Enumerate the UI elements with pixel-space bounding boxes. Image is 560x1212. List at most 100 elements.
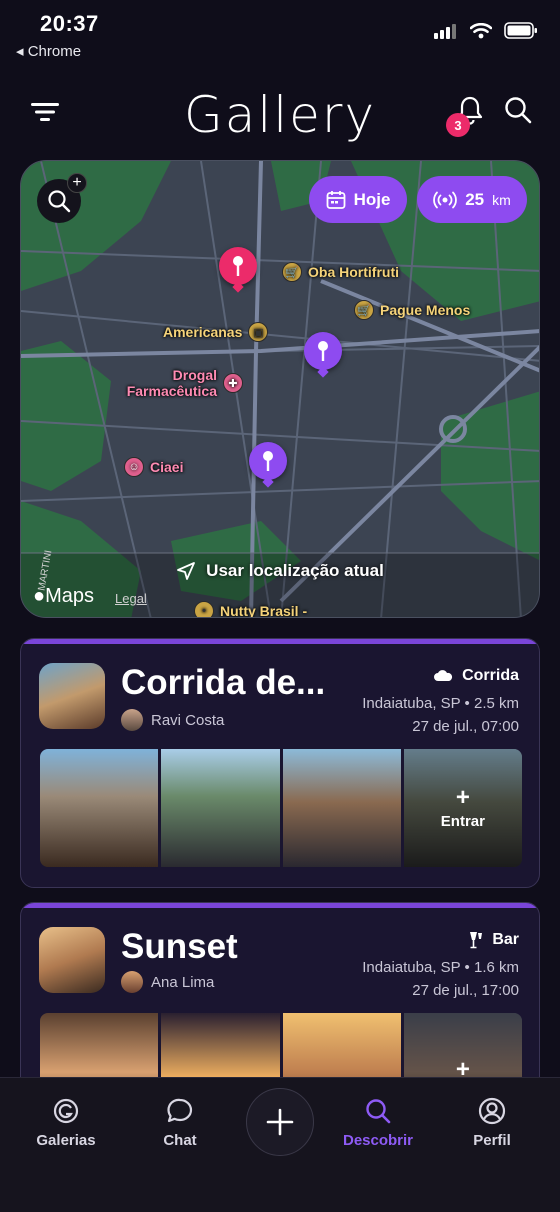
map-view[interactable]: + Hoje 25 km 🛒 Oba Hortifruti 🛒 Pague Meno…: [20, 160, 540, 618]
card-accent-line: [21, 639, 539, 644]
notification-badge: 3: [446, 113, 470, 137]
poi-label: Americanas: [163, 324, 243, 340]
calendar-icon: [326, 190, 345, 209]
plus-icon: +: [455, 783, 470, 811]
use-current-location-label: Usar localização atual: [206, 561, 384, 580]
event-city: Indaiatuba, SP: [362, 695, 461, 712]
event-card[interactable]: Sunset Ana Lima Bar Indaiatuba, SP • 1.6…: [20, 902, 540, 1102]
event-photo[interactable]: + Entrar: [403, 749, 522, 867]
tab-chat[interactable]: Chat: [130, 1096, 230, 1149]
search-icon: [505, 97, 532, 124]
map-pin-icon: [318, 341, 328, 361]
event-pin[interactable]: [249, 442, 287, 480]
event-photo[interactable]: [282, 749, 401, 867]
event-pin[interactable]: [219, 247, 257, 285]
cart-icon: 🛒: [282, 262, 302, 282]
card-accent-line: [21, 903, 539, 908]
event-location: Indaiatuba, SP • 1.6 km: [362, 959, 519, 976]
chat-bubble-icon: [167, 1098, 193, 1123]
signal-icon: [434, 23, 456, 39]
event-title: Corrida de...: [121, 663, 326, 702]
sun-cloud-icon: [434, 670, 453, 681]
map-pin-icon: [263, 451, 273, 471]
event-datetime: 27 de jul., 07:00: [412, 718, 519, 735]
enter-button[interactable]: + Entrar: [403, 749, 522, 867]
event-photo[interactable]: [161, 749, 280, 867]
photo-strip: + Entrar: [40, 749, 522, 867]
enter-label: Entrar: [440, 812, 485, 830]
store-icon: •: [194, 601, 214, 617]
event-photo[interactable]: [40, 749, 159, 867]
battery-icon: [504, 22, 537, 39]
cocktail-icon: [470, 932, 483, 949]
tab-descobrir[interactable]: Descobrir: [328, 1096, 428, 1149]
clock: 20:37: [40, 11, 99, 36]
use-current-location-button[interactable]: Usar localização atual: [21, 553, 539, 589]
poi-marker[interactable]: 🛒 Oba Hortifruti: [282, 262, 399, 282]
gallery-g-icon: [53, 1098, 79, 1124]
host-avatar: [121, 709, 143, 731]
poi-marker[interactable]: ✚ Drogal Farmacêutica: [125, 367, 243, 399]
event-distance: 1.6 km: [473, 959, 519, 976]
event-category-label: Bar: [492, 931, 519, 948]
poi-marker[interactable]: 🛒 Pague Menos: [354, 300, 470, 320]
host-avatar: [121, 971, 143, 993]
event-thumbnail: [39, 927, 105, 993]
apple-maps-logo: ●Maps: [33, 585, 94, 608]
map-pin-icon: [233, 256, 243, 276]
host-name: Ana Lima: [151, 974, 215, 991]
date-filter-label: Hoje: [353, 189, 391, 209]
create-button[interactable]: [246, 1088, 314, 1156]
search-icon: [366, 1099, 391, 1124]
poi-label: Oba Hortifruti: [308, 264, 399, 280]
tab-galerias[interactable]: Galerias: [16, 1096, 116, 1149]
radius-value: 25: [465, 189, 485, 209]
plus-icon: +: [67, 173, 87, 193]
poi-marker[interactable]: ▣ Americanas: [163, 322, 269, 342]
bottom-tab-bar: Galerias Chat Descobrir Perfil: [0, 1077, 560, 1212]
theater-icon: ☺: [124, 457, 144, 477]
plus-icon: [266, 1108, 294, 1136]
search-icon: [48, 190, 71, 213]
event-category: Corrida: [434, 667, 519, 685]
event-category-label: Corrida: [462, 667, 519, 684]
event-datetime: 27 de jul., 17:00: [412, 982, 519, 999]
broadcast-icon: [433, 191, 458, 208]
poi-label: Nutty Brasil -: [220, 603, 308, 618]
status-bar: 20:37 ◂ Chrome: [0, 0, 560, 70]
tab-perfil[interactable]: Perfil: [442, 1096, 542, 1149]
host-name: Ravi Costa: [151, 712, 225, 729]
poi-marker[interactable]: • Nutty Brasil -: [194, 601, 308, 618]
tab-label: Chat: [163, 1132, 197, 1149]
legal-link[interactable]: Legal: [115, 591, 147, 606]
wifi-icon: [470, 22, 492, 38]
tab-label: Galerias: [36, 1132, 96, 1149]
event-city: Indaiatuba, SP: [362, 959, 461, 976]
bag-icon: ▣: [248, 322, 269, 342]
pill-icon: ✚: [223, 373, 243, 393]
event-card[interactable]: Corrida de... Ravi Costa Corrida Indaiat…: [20, 638, 540, 888]
map-base: [21, 161, 539, 617]
app-header: Gallery: [0, 78, 560, 146]
event-thumbnail: [39, 663, 105, 729]
poi-label: Pague Menos: [380, 302, 471, 318]
profile-icon: [478, 1097, 506, 1125]
apple-logo-icon: ●: [33, 585, 46, 607]
event-category: Bar: [468, 931, 519, 949]
event-pin[interactable]: [304, 332, 342, 370]
radius-unit: km: [492, 191, 511, 208]
search-button[interactable]: [494, 86, 542, 134]
location-arrow-icon: [177, 562, 196, 580]
poi-label: Ciaei: [150, 459, 184, 475]
map-search-button[interactable]: +: [37, 173, 87, 223]
date-filter-chip[interactable]: Hoje: [309, 176, 407, 223]
tab-label: Perfil: [473, 1132, 511, 1149]
poi-marker[interactable]: ☺ Ciaei: [124, 457, 183, 477]
event-location: Indaiatuba, SP • 2.5 km: [362, 695, 519, 712]
radius-filter-chip[interactable]: 25 km: [417, 176, 527, 223]
cart-icon: 🛒: [354, 300, 374, 320]
tab-label: Descobrir: [342, 1132, 414, 1149]
status-icons: [434, 22, 538, 39]
maps-label: Maps: [45, 585, 94, 607]
back-to-app-link[interactable]: ◂ Chrome: [16, 42, 81, 60]
